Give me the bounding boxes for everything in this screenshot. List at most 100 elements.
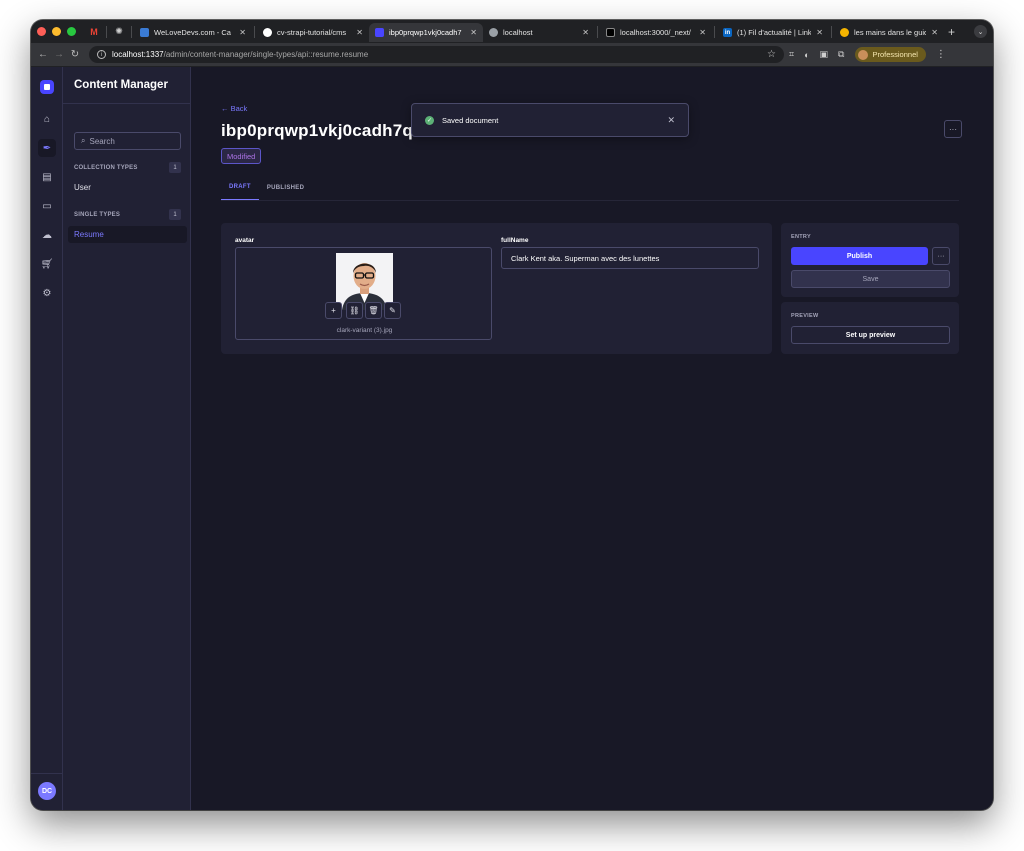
content-type-builder-icon[interactable]: ▤	[38, 168, 56, 186]
copy-link-button[interactable]: ⛓	[346, 302, 363, 319]
close-icon[interactable]: ✕	[667, 115, 675, 126]
browser-window: M ✺ WeLoveDevs.com - Ca ✕ cv-strapi-tuto…	[31, 20, 993, 810]
preview-panel: PREVIEW Set up preview	[781, 302, 959, 354]
collection-types-label: COLLECTION TYPES	[74, 164, 138, 171]
tab-title: (1) Fil d'actualité | Link	[737, 28, 812, 37]
avatar-field-label: avatar	[235, 237, 255, 244]
close-tab-icon[interactable]: ✕	[816, 28, 823, 37]
single-types-count: 1	[169, 209, 181, 220]
extension-icon[interactable]: ⌗	[789, 49, 794, 60]
browser-tab[interactable]: les mains dans le guid ✕	[834, 23, 944, 42]
browser-menu-icon[interactable]: ⋮	[936, 49, 946, 60]
single-types-label: SINGLE TYPES	[74, 211, 121, 218]
browser-tab-active[interactable]: ibp0prqwp1vkj0cadh7 ✕	[369, 23, 483, 42]
tab-separator	[597, 25, 598, 38]
pinned-tab-gmail[interactable]: M	[84, 24, 104, 40]
close-tab-icon[interactable]: ✕	[356, 28, 363, 37]
extensions-puzzle-icon[interactable]: ⧉	[838, 49, 844, 60]
back-arrow-icon[interactable]: ←	[35, 49, 51, 60]
tab-published[interactable]: PUBLISHED	[259, 175, 312, 201]
user-avatar[interactable]: DC	[38, 782, 56, 800]
tab-draft[interactable]: DRAFT	[221, 175, 259, 201]
fullname-input[interactable]: Clark Kent aka. Superman avec des lunett…	[501, 247, 759, 269]
entry-more-button[interactable]: ···	[932, 247, 950, 265]
home-icon[interactable]: ⌂	[38, 110, 56, 128]
address-bar[interactable]: i localhost:1337/admin/content-manager/s…	[89, 46, 784, 63]
content-manager-sidebar: Content Manager ⌕ Search COLLECTION TYPE…	[63, 67, 191, 810]
single-types-header: SINGLE TYPES 1	[74, 209, 181, 220]
close-window-button[interactable]	[37, 27, 46, 36]
tab-search-chevron-icon[interactable]: ⌄	[974, 25, 987, 38]
entry-panel-label: ENTRY	[791, 234, 811, 240]
plus-icon: +	[331, 306, 336, 315]
edit-view: ← Back ibp0prqwp1vkj0cadh7q ··· Modified…	[191, 67, 993, 810]
strapi-favicon-icon	[375, 28, 384, 37]
minimize-window-button[interactable]	[52, 27, 61, 36]
status-badge: Modified	[221, 148, 262, 164]
main-nav-rail: ⌂ ✒ ▤ ▭ ☁ 🛒︎ ⚙ DC	[31, 67, 63, 810]
browser-tab[interactable]: localhost ✕	[483, 23, 595, 42]
save-button[interactable]: Save	[791, 270, 950, 288]
tab-title: les mains dans le guid	[854, 28, 927, 37]
close-tab-icon[interactable]: ✕	[239, 28, 246, 37]
collection-types-header: COLLECTION TYPES 1	[74, 162, 181, 173]
browser-tab[interactable]: cv-strapi-tutorial/cms ✕	[257, 23, 369, 42]
sidebar-search-input[interactable]: ⌕ Search	[74, 132, 181, 150]
delete-media-button[interactable]: 🗑︎	[365, 302, 382, 319]
publish-button[interactable]: Publish	[791, 247, 928, 265]
sidebar-item-resume[interactable]: Resume	[68, 226, 187, 243]
pencil-icon: ✎	[389, 306, 396, 315]
maximize-window-button[interactable]	[67, 27, 76, 36]
browser-tab[interactable]: WeLoveDevs.com - Ca ✕	[134, 23, 252, 42]
success-toast: ✓ Saved document ✕	[411, 103, 689, 137]
sidebar-title: Content Manager	[74, 79, 168, 91]
camera-extension-icon[interactable]: ▣	[820, 49, 829, 60]
sidebar-divider	[63, 103, 191, 104]
close-tab-icon[interactable]: ✕	[699, 28, 706, 37]
rail-divider	[31, 773, 63, 774]
back-link[interactable]: ← Back	[221, 104, 247, 113]
sidebar-item-user[interactable]: User	[68, 179, 187, 196]
extension-icon[interactable]: ◐	[804, 50, 809, 60]
close-tab-icon[interactable]: ✕	[470, 28, 477, 37]
tab-separator	[714, 25, 715, 38]
close-tab-icon[interactable]: ✕	[931, 28, 938, 37]
new-tab-icon[interactable]: +	[948, 25, 955, 39]
arrow-left-icon: ←	[221, 104, 229, 113]
close-tab-icon[interactable]: ✕	[582, 28, 589, 37]
media-library-icon[interactable]: ▭	[38, 197, 56, 215]
content-manager-feather-icon[interactable]: ✒	[38, 139, 56, 157]
url-text: localhost:1337/admin/content-manager/sin…	[112, 50, 368, 59]
document-form: avatar + ⛓ 🗑︎ ✎ clark-variant (3).jpg fu…	[221, 223, 772, 354]
tab-separator	[254, 25, 255, 38]
site-info-icon[interactable]: i	[97, 50, 106, 59]
browser-tab[interactable]: in (1) Fil d'actualité | Link ✕	[717, 23, 829, 42]
github-icon	[263, 28, 272, 37]
browser-tab[interactable]: localhost:3000/_next/ ✕	[600, 23, 712, 42]
entry-panel: ENTRY Publish ··· Save	[781, 223, 959, 297]
profile-avatar	[858, 49, 869, 60]
profile-button[interactable]: Professionnel	[855, 47, 926, 62]
collection-types-count: 1	[169, 162, 181, 173]
trash-icon: 🗑︎	[368, 306, 379, 315]
draft-published-tabs: DRAFT PUBLISHED	[221, 175, 312, 201]
add-media-button[interactable]: +	[325, 302, 342, 319]
browser-toolbar: ← → ↻ i localhost:1337/admin/content-man…	[31, 43, 993, 67]
bookmark-star-icon[interactable]: ☆	[767, 49, 776, 60]
strapi-logo-icon[interactable]	[40, 80, 54, 94]
avatar-media-field[interactable]: + ⛓ 🗑︎ ✎ clark-variant (3).jpg	[235, 247, 492, 340]
vercel-icon	[606, 28, 615, 37]
settings-gear-icon[interactable]: ⚙	[38, 284, 56, 302]
pinned-tab-chatgpt[interactable]: ✺	[109, 24, 129, 40]
more-actions-button[interactable]: ···	[944, 120, 962, 138]
toast-message: Saved document	[442, 115, 499, 125]
window-controls	[37, 27, 76, 36]
forward-arrow-icon[interactable]: →	[51, 49, 67, 60]
set-up-preview-button[interactable]: Set up preview	[791, 326, 950, 344]
reload-icon[interactable]: ↻	[67, 49, 83, 60]
tab-favicon-icon	[140, 28, 149, 37]
cloud-icon[interactable]: ☁	[38, 226, 56, 244]
tab-title: ibp0prqwp1vkj0cadh7	[389, 28, 462, 37]
marketplace-cart-icon[interactable]: 🛒︎	[38, 255, 56, 273]
edit-media-button[interactable]: ✎	[384, 302, 401, 319]
